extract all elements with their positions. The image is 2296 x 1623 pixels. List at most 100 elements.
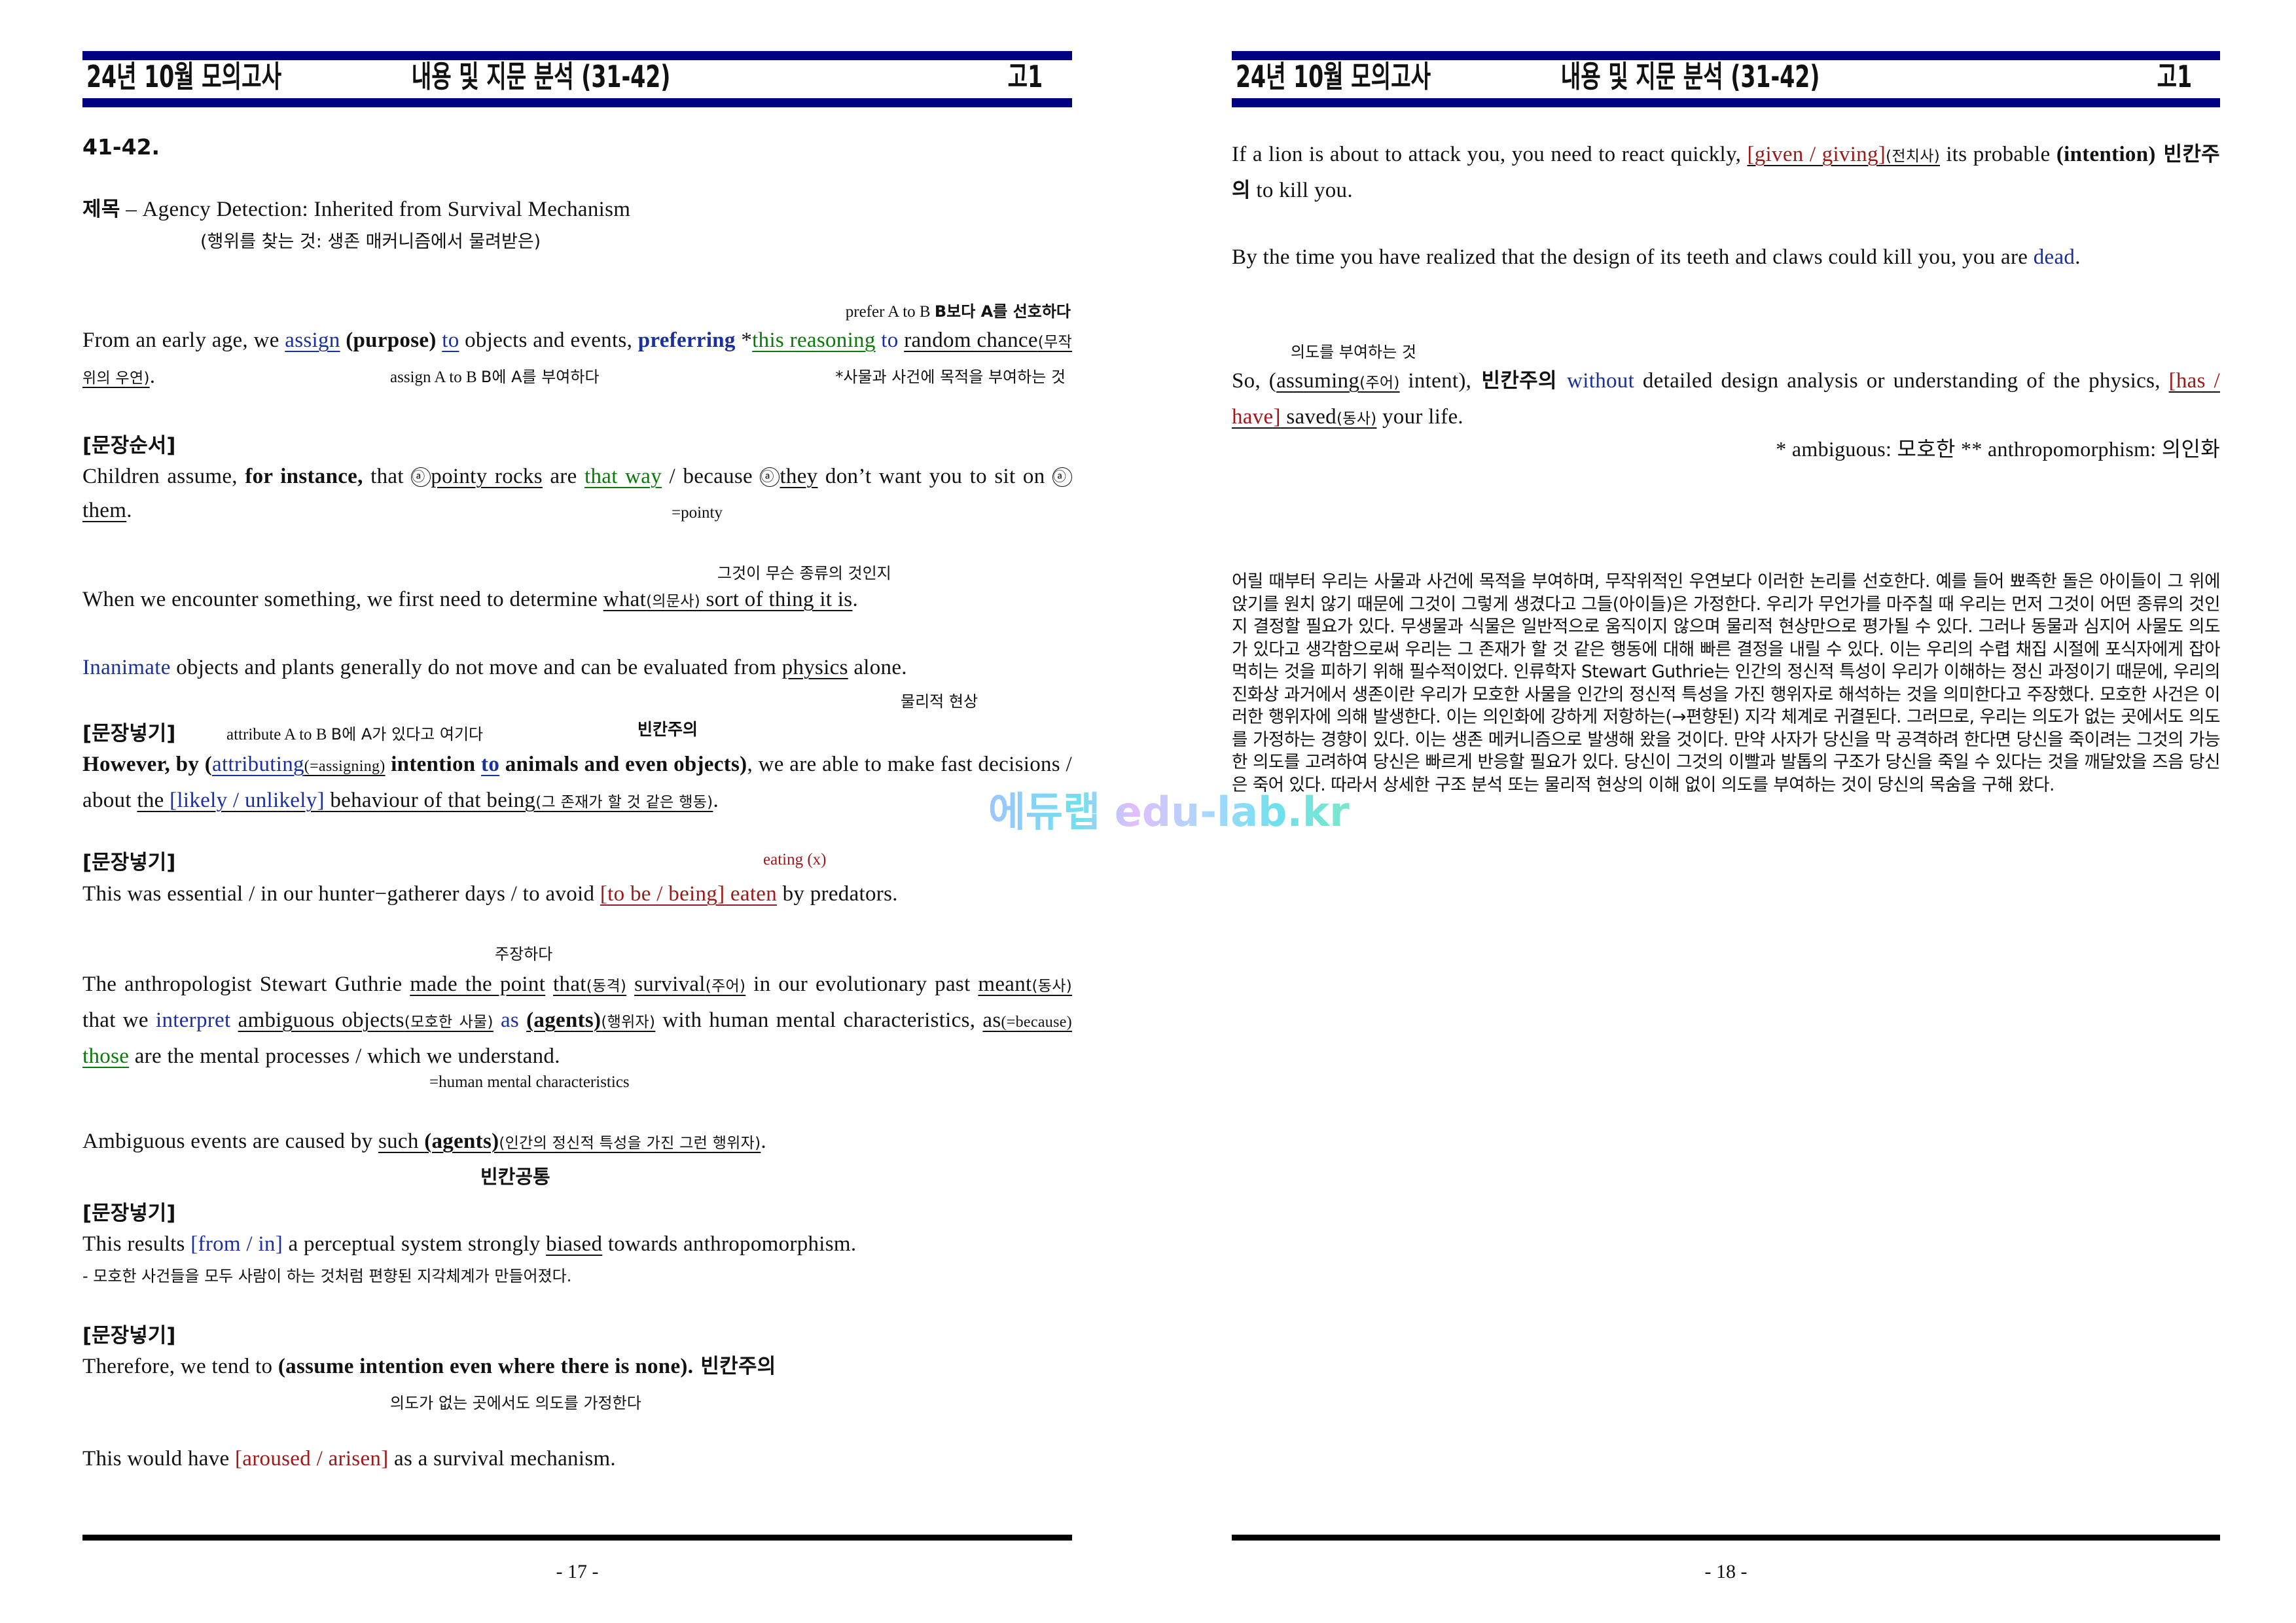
r1-intention: (intention)	[2056, 143, 2156, 166]
s7-agents: (agents)(행위자)	[526, 1008, 655, 1032]
s2-text5: don’t want you to sit on	[817, 465, 1052, 488]
r3-saved-ko: (동사)	[1336, 410, 1377, 427]
sentence-6: This was essential / in our hunter−gathe…	[82, 877, 1072, 911]
s5-choice: [likely / unlikely]	[170, 789, 325, 812]
s9-biased: biased	[546, 1232, 603, 1256]
s8-period: .	[761, 1130, 766, 1153]
s3-what: what	[603, 588, 647, 611]
s1-purpose: (purpose)	[346, 329, 437, 352]
s5-behaviour-phrase: the [likely / unlikely] behaviour of tha…	[137, 789, 713, 812]
s1-assign: assign	[285, 329, 340, 352]
r3-text: So, (	[1232, 369, 1277, 393]
s7-as: as	[500, 1008, 520, 1032]
s9-choice: [from / in]	[190, 1232, 283, 1256]
s4-text2: alone.	[848, 656, 907, 679]
blank-warning: 빈칸주의	[637, 720, 698, 739]
s7-because: (=because)	[1001, 1014, 1072, 1031]
s1-this-reasoning: this reasoning	[752, 329, 876, 352]
r3-assuming: assuming(주어)	[1276, 369, 1400, 393]
page-number: - 17 -	[556, 1561, 599, 1582]
s7-text4: with human mental characteristics,	[655, 1008, 983, 1032]
s9-text3: towards anthropomorphism.	[602, 1232, 857, 1256]
s7-interpret: interpret	[155, 1008, 231, 1032]
s7-that-ko: (동격)	[586, 978, 627, 995]
s1-text2: objects and events,	[459, 329, 638, 352]
note-eating: eating (x)	[763, 851, 827, 868]
korean-translation: 어릴 때부터 우리는 사물과 사건에 목적을 부여하며, 무작위적인 우연보다 …	[1232, 571, 2221, 795]
note-prefer: prefer A to B B보다 A를 선호하다	[846, 298, 1071, 321]
glossary: * ambiguous: 모호한 ** anthropomorphism: 의인…	[1776, 437, 2220, 461]
title-line: 제목 – Agency Detection: Inherited from Su…	[82, 192, 1072, 226]
s8-text: Ambiguous events are caused by	[82, 1130, 378, 1153]
footer-rule	[1232, 1535, 2220, 1541]
r3-text3: detailed design analysis or understandin…	[1634, 369, 2169, 393]
s7-ambiguous-objects-ko: (모호한 사물)	[404, 1014, 493, 1031]
s3-rest: sort of thing it is	[700, 588, 853, 611]
note-assign: assign A to B B에 A를 부여하다	[390, 364, 600, 387]
s4-inanimate: Inanimate	[82, 656, 171, 679]
r3-assuming-ko: (주어)	[1359, 374, 1400, 391]
s7-survival: survival(주어)	[634, 972, 745, 996]
header-exam: 24년 10월 모의고사	[1236, 59, 1431, 94]
footer-rule	[82, 1535, 1072, 1541]
s5-being-ko: (그 존재가 할 것 같은 행동)	[535, 794, 713, 811]
s2-period: .	[126, 499, 132, 522]
r3-blank-warning: 빈칸주의	[1471, 369, 1568, 393]
s7-ambiguous-objects-en: ambiguous objects	[238, 1008, 404, 1032]
header-grade: 고1	[1007, 59, 1043, 94]
s7-as-because: as(=because)	[982, 1008, 1072, 1032]
section-order: [문장순서]	[82, 434, 176, 457]
s6-choice: [to be / being]	[600, 882, 725, 906]
note-those: =human mental characteristics	[429, 1073, 630, 1091]
header-bar-bottom	[82, 98, 1072, 107]
title-en: Agency Detection: Inherited from Surviva…	[142, 198, 631, 221]
blank-common: 빈칸공통	[480, 1166, 550, 1188]
s1-star: *	[735, 329, 753, 352]
sentence-4: Inanimate objects and plants generally d…	[82, 651, 1072, 685]
s10-blank-warning: 빈칸주의	[693, 1355, 776, 1378]
r3-text2: intent),	[1399, 369, 1472, 393]
note-purpose: *사물과 사건에 목적을 부여하는 것	[835, 368, 1066, 386]
r3-saved: saved	[1280, 405, 1336, 429]
s1-to2: to	[881, 329, 899, 352]
title-ko: (행위를 찾는 것: 생존 매커니즘에서 물려받은)	[200, 232, 541, 252]
s5-bold-1: However, by (	[82, 753, 212, 776]
r1-given-phrase: [given / giving](전치사)	[1747, 143, 1940, 166]
s5-the: the	[137, 789, 170, 812]
s8-such: such	[378, 1130, 425, 1153]
s2-them: them	[82, 499, 127, 522]
sentence-9: This results [from / in] a perceptual sy…	[82, 1227, 1072, 1261]
s7-agents-ko: (행위자)	[601, 1014, 656, 1031]
s8-agents-ko: (인간의 정신적 특성을 가진 그런 행위자)	[499, 1135, 761, 1152]
s3-what-ko: (의문사)	[646, 593, 700, 610]
s2-text2: that	[363, 465, 412, 488]
note-what-sort: 그것이 무슨 종류의 것인지	[717, 564, 891, 582]
title-dash: –	[120, 198, 143, 221]
r3-without: without	[1567, 369, 1635, 393]
r1-choice: [given / giving]	[1747, 143, 1886, 166]
s5-to: to	[481, 753, 500, 776]
s7-that-en: that	[553, 972, 586, 996]
note-attribute-ko: B에 A가 있다고 여기다	[331, 725, 484, 743]
r2-dead: dead	[2033, 245, 2075, 269]
header-exam: 24년 10월 모의고사	[86, 59, 282, 94]
s10-assume-intention: (assume intention even where there is no…	[278, 1355, 694, 1378]
question-number: 41-42.	[82, 134, 160, 160]
title-label: 제목	[82, 198, 120, 221]
sentence-8: Ambiguous events are caused by such (age…	[82, 1124, 1072, 1160]
s7-survival-ko: (주어)	[705, 978, 746, 995]
section-insert-2: [문장넣기]	[82, 851, 176, 874]
note-prefer-ko: B보다 A를 선호하다	[934, 302, 1071, 321]
s9-text2: a perceptual system strongly	[283, 1232, 547, 1256]
s7-made-the-point: made the point	[410, 972, 546, 996]
note-pointy: =pointy	[672, 504, 723, 522]
s7-that: that(동격)	[553, 972, 626, 996]
s5-attributing: attributing	[212, 753, 304, 776]
s2-pointy-rocks: pointy rocks	[431, 465, 543, 488]
s7-meant: meant(동사)	[978, 972, 1072, 996]
s3-period: .	[852, 588, 858, 611]
note-assign-en: assign A to B	[390, 368, 477, 386]
s9-text: This results	[82, 1232, 191, 1256]
note-claim: 주장하다	[495, 945, 553, 963]
section-insert-3: [문장넣기]	[82, 1202, 176, 1225]
